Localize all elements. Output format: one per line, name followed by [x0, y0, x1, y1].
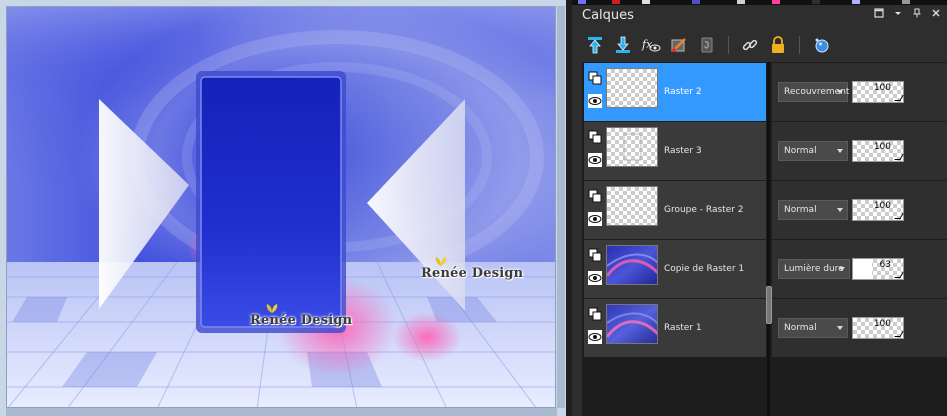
blend-mode-value: Normal — [784, 146, 817, 156]
image-window: Renée Design Renée Design — [0, 0, 566, 416]
layer-up-icon[interactable] — [584, 34, 606, 56]
layer-row[interactable]: Raster 3 — [584, 122, 766, 181]
paintbrush-layer-icon[interactable] — [668, 34, 690, 56]
chevron-down-icon — [837, 149, 843, 153]
restore-icon[interactable] — [874, 8, 884, 20]
watermark-text: Renée Design — [421, 266, 524, 281]
layer-name: Raster 2 — [664, 87, 702, 97]
layer-row[interactable]: Copie de Raster 1 — [584, 240, 766, 299]
pin-icon[interactable] — [912, 8, 922, 20]
layer-thumbnail — [606, 68, 658, 108]
opacity-slider[interactable]: 63 — [852, 258, 904, 280]
svg-text:fx: fx — [641, 38, 653, 51]
blend-mode-value: Normal — [784, 323, 817, 333]
layer-properties-row: Normal 100 — [772, 299, 947, 358]
layer-properties-row: Recouvrement 100 — [772, 63, 947, 122]
layer-type-icon — [588, 130, 602, 144]
mask-icon[interactable] — [696, 34, 718, 56]
layer-type-icon — [588, 248, 602, 262]
horizontal-scrollbar[interactable] — [6, 408, 557, 416]
leaf-icon — [435, 257, 447, 266]
chevron-down-icon — [837, 208, 843, 212]
layer-name: Copie de Raster 1 — [664, 264, 745, 274]
image-canvas[interactable]: Renée Design Renée Design — [6, 6, 556, 408]
blend-mode-dropdown[interactable]: Normal — [778, 318, 848, 338]
layers-panel: Calques fx Raster 2 Raster 3 Groupe - Ra… — [572, 0, 947, 416]
visibility-eye-icon[interactable] — [588, 212, 602, 226]
layers-area: Raster 2 Raster 3 Groupe - Raster 2 Copi… — [582, 62, 947, 416]
leaf-icon — [266, 304, 278, 313]
layer-row[interactable]: Raster 1 — [584, 299, 766, 358]
visibility-eye-icon[interactable] — [588, 271, 602, 285]
chevron-down-icon — [839, 267, 845, 271]
slider-handle[interactable] — [894, 213, 904, 219]
layer-thumbnail — [606, 186, 658, 226]
layer-name: Raster 3 — [664, 146, 702, 156]
panel-title-buttons — [874, 8, 941, 20]
blend-mode-dropdown[interactable]: Normal — [778, 200, 848, 220]
layer-row[interactable]: Raster 2 — [584, 63, 766, 122]
layer-type-icon — [588, 71, 602, 85]
opacity-value: 100 — [873, 142, 891, 152]
visibility-eye-icon[interactable] — [588, 153, 602, 167]
opacity-slider[interactable]: 100 — [852, 199, 904, 221]
blend-mode-dropdown[interactable]: Recouvrement — [778, 82, 849, 102]
layer-row[interactable]: Groupe - Raster 2 — [584, 181, 766, 240]
opacity-slider[interactable]: 100 — [852, 81, 904, 103]
layer-thumbnail — [606, 245, 658, 285]
opacity-value: 100 — [873, 319, 891, 329]
layer-thumbnail — [606, 304, 658, 344]
slider-handle[interactable] — [894, 331, 904, 337]
blend-mode-dropdown[interactable]: Normal — [778, 141, 848, 161]
visibility-eye-icon[interactable] — [588, 94, 602, 108]
panel-title: Calques — [582, 8, 634, 23]
blend-mode-value: Lumière dure — [784, 264, 844, 274]
layer-type-icon — [588, 189, 602, 203]
menu-arrow-icon[interactable] — [893, 8, 903, 20]
opacity-value: 63 — [879, 260, 891, 270]
layer-thumbnail — [606, 127, 658, 167]
opacity-value: 100 — [873, 201, 891, 211]
material-icon[interactable] — [810, 34, 832, 56]
fx-visibility-icon[interactable]: fx — [640, 34, 662, 56]
layer-list: Raster 2 Raster 3 Groupe - Raster 2 Copi… — [584, 63, 766, 358]
panel-splitter[interactable] — [767, 62, 770, 416]
layer-properties-list: Recouvrement 100 Normal 100 Normal 100 L… — [772, 63, 947, 358]
layer-name: Groupe - Raster 2 — [664, 205, 744, 215]
slider-handle[interactable] — [894, 272, 904, 278]
canvas-artwork — [7, 7, 555, 407]
visibility-eye-icon[interactable] — [588, 330, 602, 344]
vertical-scrollbar[interactable] — [557, 6, 565, 408]
opacity-slider[interactable]: 100 — [852, 317, 904, 339]
toolbar-separator — [728, 36, 729, 54]
link-icon[interactable] — [739, 34, 761, 56]
slider-handle[interactable] — [894, 95, 904, 101]
opacity-fill — [853, 259, 872, 279]
lock-icon[interactable] — [767, 34, 789, 56]
slider-handle[interactable] — [894, 154, 904, 160]
color-palette-strip[interactable] — [572, 0, 947, 5]
layer-properties-row: Lumière dure 63 — [772, 240, 947, 299]
opacity-slider[interactable]: 100 — [852, 140, 904, 162]
chevron-down-icon — [837, 326, 843, 330]
close-icon[interactable] — [931, 8, 941, 20]
blend-mode-dropdown[interactable]: Lumière dure — [778, 259, 850, 279]
layer-properties-row: Normal 100 — [772, 122, 947, 181]
chevron-down-icon — [837, 90, 843, 94]
layer-properties-row: Normal 100 — [772, 181, 947, 240]
watermark-text: Renée Design — [250, 313, 353, 328]
blend-mode-value: Normal — [784, 205, 817, 215]
layer-down-icon[interactable] — [612, 34, 634, 56]
opacity-value: 100 — [873, 83, 891, 93]
toolbar-separator — [799, 36, 800, 54]
layer-name: Raster 1 — [664, 323, 702, 333]
layer-type-icon — [588, 307, 602, 321]
layers-toolbar: fx — [584, 33, 832, 57]
